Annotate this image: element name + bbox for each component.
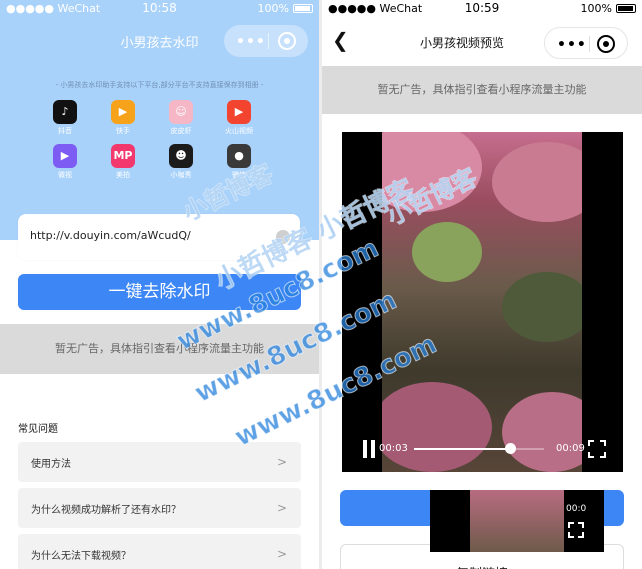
floating-video-player[interactable]: 00:0	[430, 490, 604, 552]
fullscreen-icon[interactable]	[568, 522, 584, 538]
video-frame-leaves	[502, 272, 582, 342]
capsule-divider	[268, 33, 269, 49]
platform-label: 微信	[232, 171, 246, 179]
platform-label: 火山视频	[225, 127, 253, 135]
more-icon[interactable]: •••	[236, 34, 266, 50]
chevron-right-icon: >	[276, 547, 287, 561]
pause-icon[interactable]	[362, 440, 376, 458]
faq-item-watermark[interactable]: 为什么视频成功解析了还有水印？ >	[18, 488, 301, 528]
screenshot-root: ●●●●● WeChat 10:58 100% 小男孩去水印 ••• - 小男孩…	[0, 0, 642, 569]
ad-placeholder: 暂无广告，具体指引查看小程序流量主功能	[0, 324, 319, 374]
miniprogram-capsule: •••	[224, 25, 308, 57]
status-bar: ●●●●● WeChat 10:58 100%	[0, 0, 319, 18]
platform-label: 快手	[116, 127, 130, 135]
clear-input-icon[interactable]	[276, 230, 290, 244]
video-frame-blossom	[382, 382, 492, 472]
faq-question: 为什么视频成功解析了还有水印？	[31, 505, 181, 516]
right-phone-screen: ●●●●● WeChat 10:59 100% ❮ 小男孩视频预览 ••• 暂无…	[322, 0, 642, 569]
platform-3: ▶ 火山视频	[214, 100, 264, 136]
chevron-right-icon: >	[276, 455, 287, 469]
left-phone-screen: ●●●●● WeChat 10:58 100% 小男孩去水印 ••• - 小男孩…	[0, 0, 319, 569]
video-frame-blossom	[492, 142, 582, 222]
platform-7: ● 微信	[214, 144, 264, 180]
battery-percent: 100%	[580, 2, 612, 15]
pipixia-icon: ☺	[169, 100, 193, 124]
current-time: 00:03	[379, 443, 408, 454]
remove-watermark-button[interactable]: 一键去除水印	[18, 274, 301, 310]
platform-label: 美拍	[116, 171, 130, 179]
video-frame-blossom	[502, 392, 582, 472]
progress-track[interactable]	[414, 448, 544, 450]
faq-heading: 常见问题	[18, 424, 58, 435]
close-miniprogram-icon[interactable]	[278, 32, 296, 50]
platform-label: 皮皮虾	[170, 127, 192, 135]
meipai-icon: MP	[111, 144, 135, 168]
battery-percent: 100%	[257, 2, 289, 15]
progress-fill	[414, 448, 511, 450]
close-miniprogram-icon[interactable]	[597, 35, 615, 53]
douyin-icon: ♪	[53, 100, 77, 124]
duration: 00:09	[556, 443, 585, 454]
platform-0: ♪ 抖音	[40, 100, 90, 136]
faq-item-usage[interactable]: 使用方法 >	[18, 442, 301, 482]
capsule-divider	[589, 36, 590, 52]
xiaokaxiu-icon: ☻	[169, 144, 193, 168]
video-frame	[382, 132, 582, 472]
platform-label: 抖音	[58, 127, 72, 135]
platform-2: ☺ 皮皮虾	[156, 100, 206, 136]
more-icon[interactable]: •••	[557, 37, 587, 53]
video-player[interactable]: 00:03 00:09	[342, 132, 623, 472]
kuaishou-icon: ▶	[111, 100, 135, 124]
supported-platforms-notice: - 小男孩去水印助手支持以下平台,部分平台不支持直接保存到相册 -	[55, 81, 264, 89]
faq-question: 为什么无法下载视频？	[31, 551, 131, 562]
fullscreen-icon[interactable]	[588, 440, 606, 458]
miniprogram-capsule: •••	[544, 27, 628, 59]
battery-icon	[616, 4, 636, 13]
video-frame-blossom	[382, 132, 482, 212]
ad-placeholder: 暂无广告，具体指引查看小程序流量主功能	[322, 66, 642, 114]
platform-5: MP 美拍	[98, 144, 148, 180]
platform-4: ▶ 微视	[40, 144, 90, 180]
mini-time: 00:0	[566, 504, 587, 514]
platform-6: ☻ 小咖秀	[156, 144, 206, 180]
video-frame	[470, 490, 564, 552]
weishi-icon: ▶	[53, 144, 77, 168]
status-bar: ●●●●● WeChat 10:59 100%	[322, 0, 642, 18]
video-frame-leaves	[412, 222, 482, 282]
url-input[interactable]: http://v.douyin.com/aWcudQ/	[18, 214, 300, 260]
platform-1: ▶ 快手	[98, 100, 148, 136]
faq-item-download[interactable]: 为什么无法下载视频？ >	[18, 534, 301, 569]
huoshan-icon: ▶	[227, 100, 251, 124]
platform-label: 微视	[58, 171, 72, 179]
platform-label: 小咖秀	[170, 171, 192, 179]
nav-bar: ●●●●● WeChat 10:59 100% ❮ 小男孩视频预览 •••	[322, 0, 642, 64]
avatar-icon: ●	[227, 144, 251, 168]
url-input-value[interactable]: http://v.douyin.com/aWcudQ/	[30, 229, 191, 242]
battery-icon	[293, 4, 313, 13]
chevron-right-icon: >	[276, 501, 287, 515]
faq-question: 使用方法	[31, 459, 71, 470]
